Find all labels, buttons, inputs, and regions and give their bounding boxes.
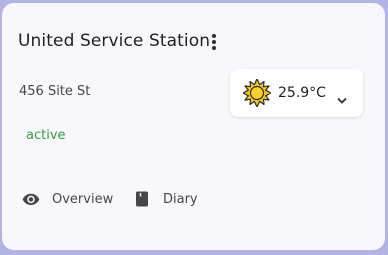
overview-label: Overview [52, 191, 114, 207]
station-address: 456 Site St [19, 84, 91, 99]
diary-button[interactable]: Diary [133, 188, 198, 210]
weather-widget[interactable]: 25.9°C [230, 69, 363, 117]
chevron-down-icon[interactable] [336, 97, 348, 105]
overview-button[interactable]: Overview [22, 188, 113, 210]
diary-label: Diary [163, 191, 198, 207]
eye-icon [22, 193, 40, 205]
book-icon [136, 191, 148, 207]
station-title: United Service Station [18, 31, 211, 51]
status-label: active [26, 128, 66, 143]
more-options-icon[interactable] [204, 31, 224, 53]
temperature-value: 25.9°C [278, 85, 326, 101]
station-card: United Service Station 456 Site St activ… [2, 3, 385, 250]
sun-icon [243, 79, 271, 107]
